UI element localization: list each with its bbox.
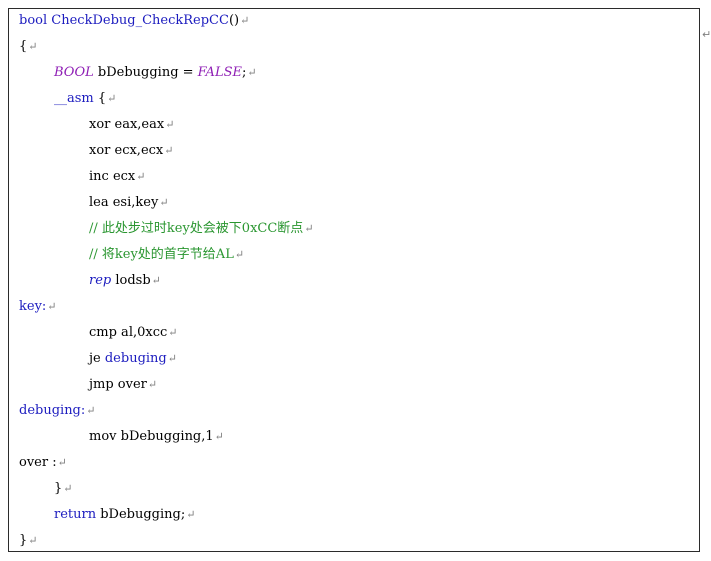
code-token: FALSE bbox=[197, 65, 242, 80]
code-token: mov bDebugging,1 bbox=[89, 429, 214, 444]
paragraph-mark-icon: ↵ bbox=[186, 508, 196, 521]
code-token: CheckDebug_CheckRepCC bbox=[51, 13, 229, 28]
code-line: cmp al,0xcc↵ bbox=[89, 323, 178, 343]
code-line: debuging:↵ bbox=[19, 401, 95, 421]
code-token: // 此处步过时key处会被下0xCC断点 bbox=[89, 221, 304, 236]
code-token: jmp over bbox=[89, 377, 147, 392]
code-token: over : bbox=[19, 455, 57, 470]
code-line: inc ecx↵ bbox=[89, 167, 145, 187]
code-token: inc ecx bbox=[89, 169, 136, 184]
paragraph-mark-icon: ↵ bbox=[136, 170, 146, 183]
code-token: debuging bbox=[104, 351, 167, 366]
paragraph-mark-icon: ↵ bbox=[159, 196, 169, 209]
code-token: key: bbox=[19, 299, 47, 314]
code-line: // 将key处的首字节给AL↵ bbox=[89, 245, 244, 265]
paragraph-mark-icon: ↵ bbox=[107, 92, 117, 105]
paragraph-mark-icon: ↵ bbox=[165, 118, 175, 131]
code-token: () bbox=[228, 13, 240, 28]
code-token: debuging: bbox=[19, 403, 86, 418]
code-line: xor eax,eax↵ bbox=[89, 115, 174, 135]
paragraph-mark-icon: ↵ bbox=[151, 274, 161, 287]
code-token: ; bbox=[241, 65, 247, 80]
code-line: mov bDebugging,1↵ bbox=[89, 427, 224, 447]
code-token: { bbox=[19, 39, 28, 54]
code-token: bDebugging = bbox=[93, 65, 198, 80]
code-line: xor ecx,ecx↵ bbox=[89, 141, 173, 161]
paragraph-mark-icon: ↵ bbox=[28, 534, 38, 547]
paragraph-mark-icon: ↵ bbox=[63, 482, 73, 495]
code-token: } bbox=[54, 481, 63, 496]
code-line: lea esi,key↵ bbox=[89, 193, 169, 213]
paragraph-mark-icon: ↵ bbox=[28, 40, 38, 53]
code-line: key:↵ bbox=[19, 297, 57, 317]
code-line: je debuging↵ bbox=[89, 349, 177, 369]
code-token: BOOL bbox=[54, 65, 94, 80]
code-token: } bbox=[19, 533, 28, 548]
code-line: rep lodsb↵ bbox=[89, 271, 161, 291]
code-token: return bbox=[54, 507, 97, 522]
code-line: BOOL bDebugging = FALSE;↵ bbox=[54, 63, 257, 83]
outside-paragraph-mark: ↵ bbox=[702, 28, 711, 41]
code-token: bDebugging; bbox=[96, 507, 186, 522]
paragraph-mark-icon: ↵ bbox=[304, 222, 314, 235]
code-token: je bbox=[89, 351, 105, 366]
code-token: lea esi,key bbox=[89, 195, 159, 210]
code-line: return bDebugging;↵ bbox=[54, 505, 195, 525]
paragraph-mark-icon: ↵ bbox=[167, 352, 177, 365]
code-line: {↵ bbox=[19, 37, 38, 57]
code-line: jmp over↵ bbox=[89, 375, 157, 395]
code-snippet-box: bool CheckDebug_CheckRepCC()↵ {↵ BOOL bDeb… bbox=[8, 8, 700, 552]
paragraph-mark-icon: ↵ bbox=[164, 144, 174, 157]
paragraph-mark-icon: ↵ bbox=[86, 404, 96, 417]
paragraph-mark-icon: ↵ bbox=[214, 430, 224, 443]
paragraph-mark-icon: ↵ bbox=[247, 66, 257, 79]
paragraph-mark-icon: ↵ bbox=[234, 248, 245, 261]
paragraph-mark-icon: ↵ bbox=[147, 378, 158, 391]
paragraph-mark-icon: ↵ bbox=[168, 326, 178, 339]
code-token: cmp al,0xcc bbox=[89, 325, 168, 340]
code-token: xor ecx,ecx bbox=[89, 143, 164, 158]
code-token: bool bbox=[19, 13, 48, 28]
code-token: __asm bbox=[54, 91, 94, 106]
paragraph-mark-icon: ↵ bbox=[57, 456, 67, 469]
paragraph-mark-icon: ↵ bbox=[240, 14, 250, 27]
code-line: __asm {↵ bbox=[54, 89, 116, 109]
paragraph-mark-icon: ↵ bbox=[47, 300, 57, 313]
code-line: bool CheckDebug_CheckRepCC()↵ bbox=[19, 11, 249, 31]
code-line: }↵ bbox=[54, 479, 73, 499]
code-token: xor eax,eax bbox=[89, 117, 165, 132]
code-token: // 将key处的首字节给AL bbox=[89, 247, 234, 262]
code-token: lodsb bbox=[111, 273, 151, 288]
code-line: }↵ bbox=[19, 531, 38, 551]
code-line: over :↵ bbox=[19, 453, 67, 473]
code-line: // 此处步过时key处会被下0xCC断点↵ bbox=[89, 219, 314, 239]
code-token: rep bbox=[89, 273, 112, 288]
code-token: { bbox=[93, 91, 107, 106]
